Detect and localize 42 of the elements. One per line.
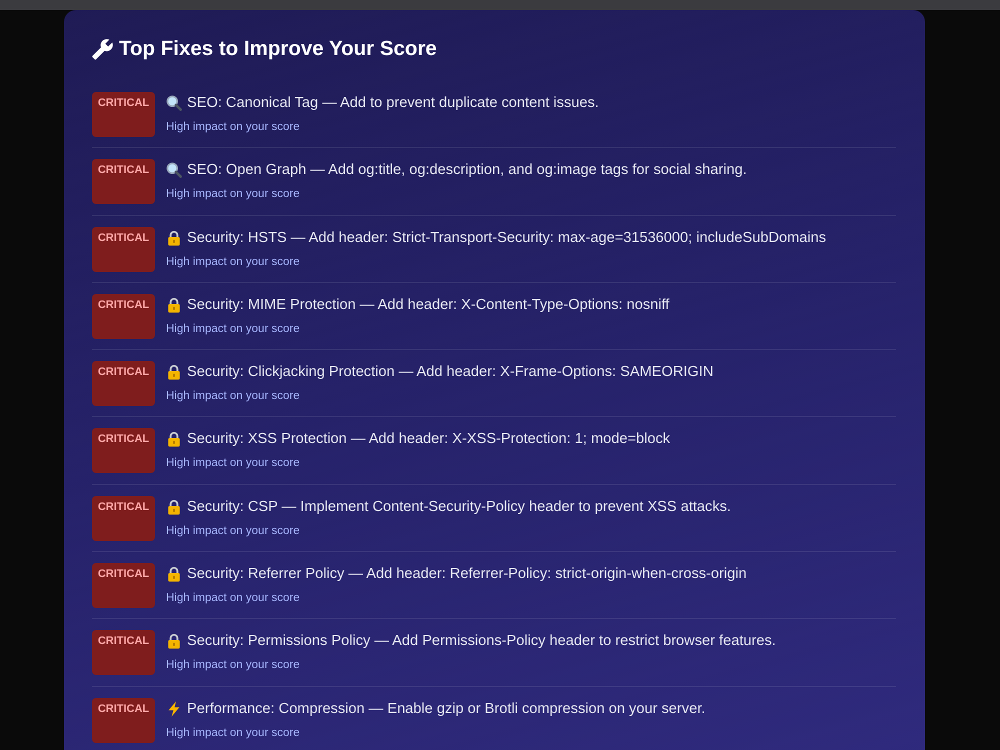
severity-badge: CRITICAL — [92, 361, 155, 406]
impact-note: High impact on your score — [166, 726, 301, 741]
section-title: Top Fixes to Improve Your Score — [119, 37, 437, 61]
impact-note: High impact on your score — [166, 120, 301, 135]
lightning-bolt-icon — [166, 700, 182, 717]
magnifying-glass-icon — [166, 95, 182, 111]
padlock-icon — [166, 498, 182, 515]
impact-note: High impact on your score — [166, 389, 301, 404]
fix-description: Security: Clickjacking Protection — Add header: X-Frame-Options: SAMEORIGIN — [187, 363, 714, 382]
severity-badge: CRITICAL — [92, 92, 155, 137]
severity-badge: CRITICAL — [92, 294, 155, 339]
severity-badge: CRITICAL — [92, 226, 155, 272]
fix-description: Security: Permissions Policy — Add Permissions-Policy header to restrict browser features. — [187, 632, 776, 652]
severity-badge: CRITICAL — [92, 159, 155, 204]
fix-description: Security: XSS Protection — Add header: X-XSS-Protection: 1; mode=block — [187, 430, 670, 450]
severity-badge: CRITICAL — [92, 698, 155, 743]
impact-note: High impact on your score — [166, 254, 301, 270]
severity-badge: CRITICAL — [92, 630, 155, 676]
impact-note: High impact on your score — [166, 322, 301, 337]
impact-note: High impact on your score — [166, 591, 301, 606]
fix-description: Security: MIME Protection — Add header: X-Content-Type-Options: nosniff — [187, 296, 670, 315]
fix-description: Security: HSTS — Add header: Strict-Transport-Security: max-age=31536000; includeSubDomains — [187, 228, 826, 248]
impact-note: High impact on your score — [166, 187, 301, 202]
padlock-icon — [166, 296, 182, 313]
padlock-icon — [166, 230, 182, 246]
severity-badge: CRITICAL — [92, 428, 155, 474]
wrench-icon — [92, 38, 113, 60]
fix-description: SEO: Open Graph — Add og:title, og:description, and og:image tags for social sharing. — [187, 161, 747, 180]
padlock-icon — [166, 566, 182, 582]
fix-description: SEO: Canonical Tag — Add to prevent duplicate content issues. — [187, 94, 599, 113]
impact-note: High impact on your score — [166, 658, 301, 674]
severity-badge: CRITICAL — [92, 563, 155, 608]
severity-badge: CRITICAL — [92, 496, 155, 541]
fix-description: Security: CSP — Implement Content-Security-Policy header to prevent XSS attacks. — [187, 498, 731, 517]
padlock-icon — [166, 633, 182, 650]
fix-description: Performance: Compression — Enable gzip or Brotli compression on your server. — [187, 700, 706, 719]
impact-note: High impact on your score — [166, 456, 301, 472]
impact-note: High impact on your score — [166, 524, 301, 539]
padlock-icon — [166, 431, 182, 448]
fix-description: Security: Referrer Policy — Add header: Referrer-Policy: strict-origin-when-cross-origin — [187, 565, 747, 584]
padlock-icon — [166, 364, 182, 380]
magnifying-glass-icon — [166, 162, 182, 178]
